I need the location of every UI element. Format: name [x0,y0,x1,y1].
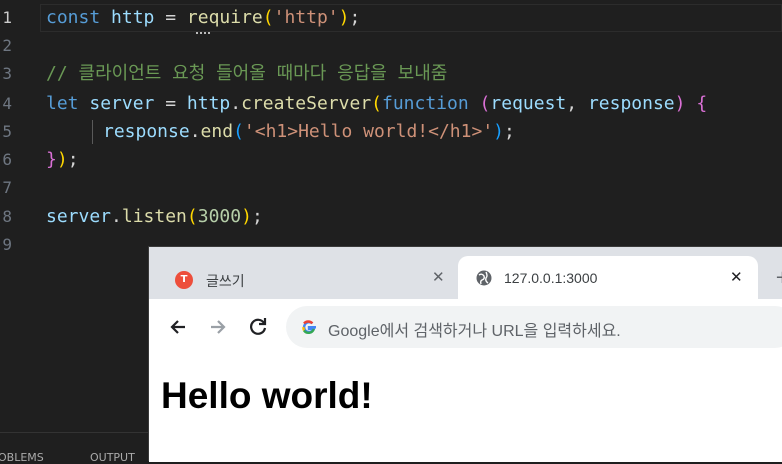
code-line[interactable]: 3 // 클라이언트 요청 들어올 때마다 응답을 보내줌 [0,60,782,88]
line-number: 3 [2,64,12,83]
browser-toolbar: Google에서 검색하거나 URL을 입력하세요. [149,299,782,356]
tab-strip: T 글쓰기 ✕ 127.0.0.1:3000 ✕ + [149,247,782,300]
line-number: 2 [2,36,12,55]
line-number: 4 [2,94,12,113]
code-text[interactable]: }); [46,146,79,174]
reload-icon[interactable] [244,313,272,341]
code-text[interactable]: response.end('<h1>Hello world!</h1>'); [103,118,515,146]
code-line[interactable]: 6 }); [0,146,782,174]
page-content: Hello world! [149,355,782,462]
close-icon[interactable]: ✕ [730,268,743,286]
back-icon[interactable] [164,313,192,341]
tab-localhost[interactable]: 127.0.0.1:3000 ✕ [458,256,758,300]
code-line[interactable]: 2 [0,32,782,60]
address-bar[interactable]: Google에서 검색하거나 URL을 입력하세요. [286,306,782,348]
page-heading: Hello world! [161,375,373,416]
code-line[interactable]: 8 server.listen(3000); [0,203,782,231]
tab-title: 127.0.0.1:3000 [504,270,598,286]
tistory-icon: T [175,271,193,289]
close-icon[interactable]: ✕ [432,268,445,286]
forward-icon[interactable] [204,313,232,341]
new-tab-icon[interactable]: + [775,267,782,288]
code-line[interactable]: 4 let server = http.createServer(functio… [0,90,782,118]
code-text[interactable]: const http = require('http'); [46,4,360,32]
code-line[interactable]: 5 response.end('<h1>Hello world!</h1>'); [0,118,782,146]
panel-tabs: OBLEMS OUTPUT [0,432,160,464]
line-number: 8 [2,207,12,226]
tab-title: 글쓰기 [206,274,245,290]
browser-window: T 글쓰기 ✕ 127.0.0.1:3000 ✕ + [149,247,782,462]
line-number: 9 [2,235,12,254]
google-icon [302,320,316,335]
code-text[interactable]: server.listen(3000); [46,203,263,231]
panel-tab-problems[interactable]: OBLEMS [0,451,44,464]
address-placeholder: Google에서 검색하거나 URL을 입력하세요. [328,323,621,340]
line-number: 7 [2,178,12,197]
line-number: 5 [2,122,12,141]
line-number: 6 [2,150,12,169]
globe-icon [476,270,492,286]
code-line[interactable]: 7 [0,174,782,202]
code-line[interactable]: 1 const http = require('http'); [0,4,782,32]
tab-write[interactable]: T 글쓰기 ✕ [157,259,453,299]
code-comment[interactable]: // 클라이언트 요청 들어올 때마다 응답을 보내줌 [46,60,447,88]
panel-tab-output[interactable]: OUTPUT [90,451,135,464]
line-number: 1 [2,8,12,27]
code-text[interactable]: let server = http.createServer(function … [46,90,707,118]
